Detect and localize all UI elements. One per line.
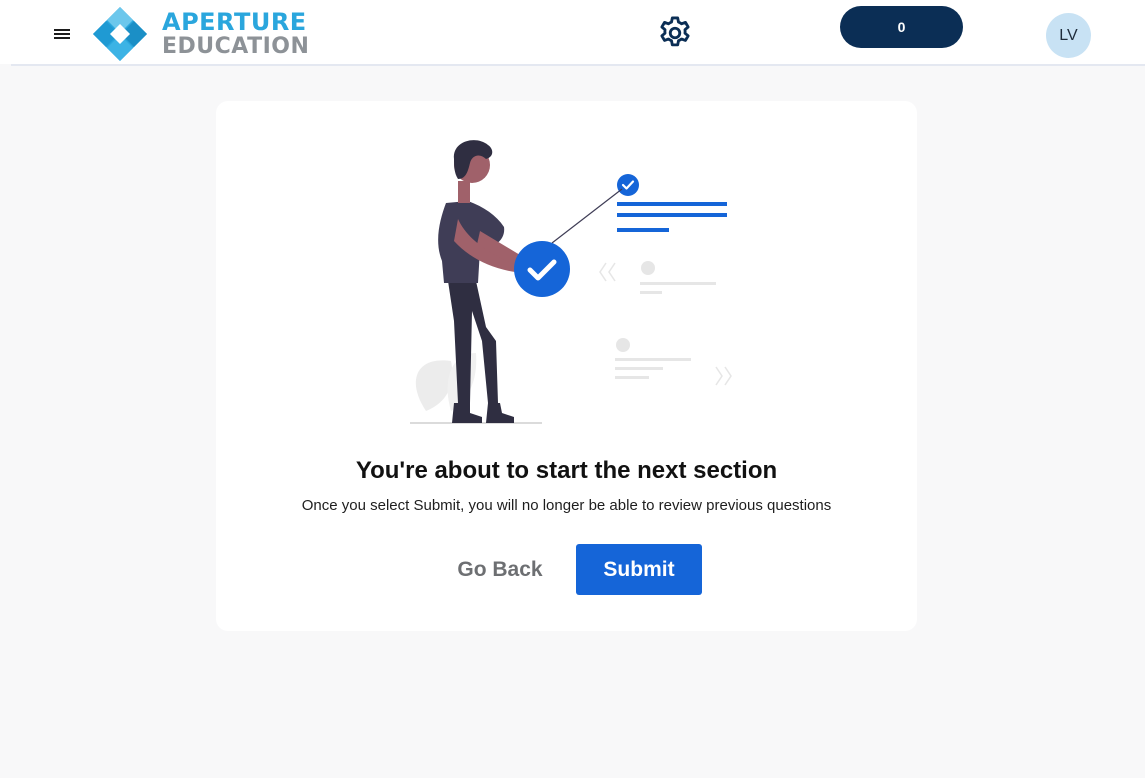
brand-logo[interactable]: APERTURE EDUCATION xyxy=(92,6,332,62)
hamburger-menu-icon[interactable] xyxy=(50,22,74,46)
user-avatar[interactable]: LV xyxy=(1046,13,1091,58)
dialog-title: You're about to start the next section xyxy=(355,457,778,484)
top-bar: APERTURE EDUCATION 0 LV xyxy=(0,0,1145,64)
logo-text-education: EDUCATION xyxy=(162,34,310,59)
logo-text-aperture: APERTURE xyxy=(162,8,307,36)
header-divider xyxy=(11,64,1145,66)
dialog-message: Once you select Submit, you will no long… xyxy=(301,497,832,514)
person-checklist-illustration xyxy=(410,140,732,424)
go-back-button[interactable]: Go Back xyxy=(446,545,554,595)
confirmation-card: You're about to start the next section O… xyxy=(216,101,917,631)
aperture-diamond-logo-icon xyxy=(93,7,147,61)
gear-icon[interactable] xyxy=(656,14,694,52)
submit-button[interactable]: Submit xyxy=(576,544,702,595)
score-counter: 0 xyxy=(840,6,963,48)
